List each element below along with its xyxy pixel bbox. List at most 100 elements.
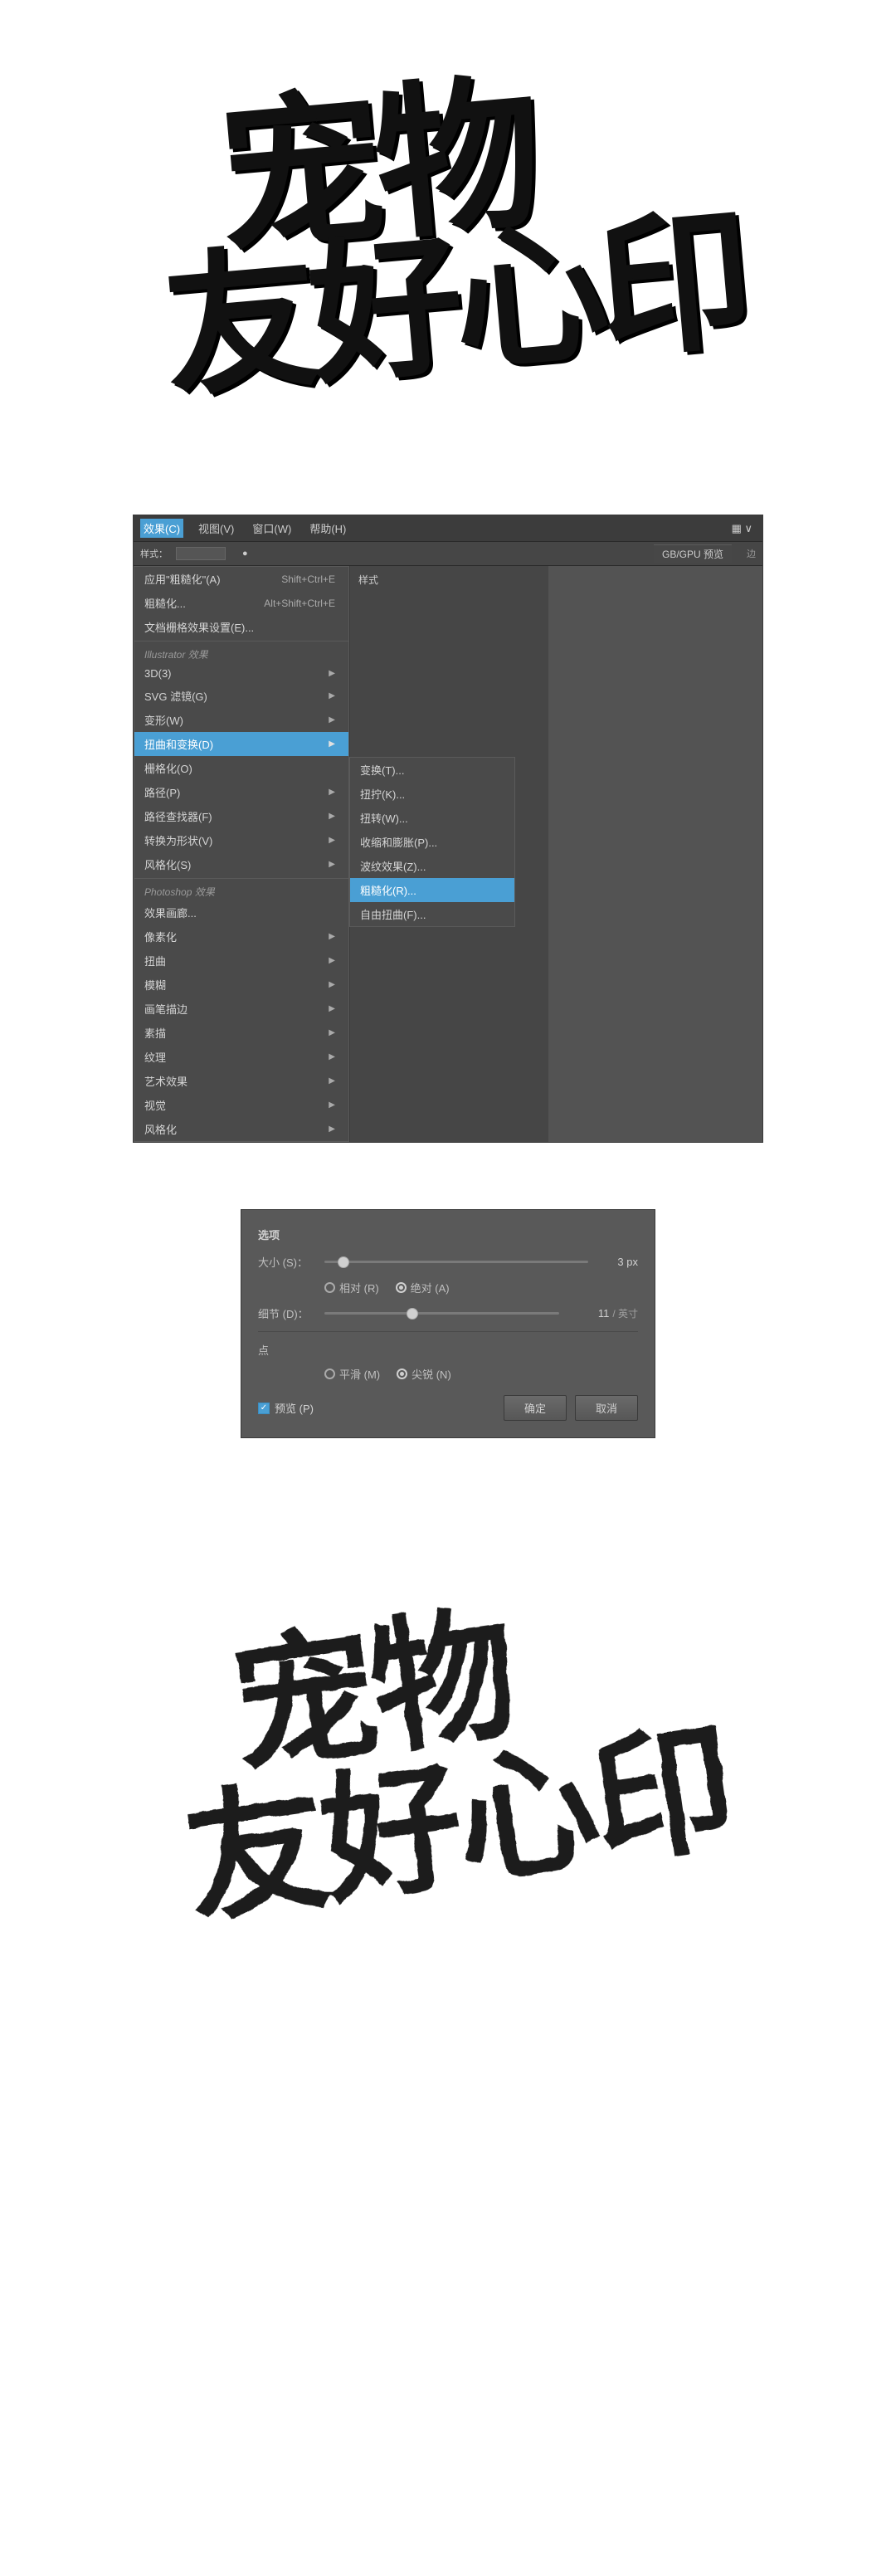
arrow-icon: ▶ xyxy=(329,1004,335,1013)
detail-value: 11 xyxy=(567,1307,609,1320)
radio-absolute-label: 绝对 (A) xyxy=(411,1280,450,1295)
radio-sharp[interactable]: 尖锐 (N) xyxy=(397,1366,451,1382)
ps-menubar: 效果(C) 视图(V) 窗口(W) 帮助(H) ▦ ∨ xyxy=(134,515,762,542)
submenu-item-transform[interactable]: 变换(T)... xyxy=(350,758,514,782)
arrow-icon: ▶ xyxy=(329,788,335,797)
detail-label: 细节 (D)： xyxy=(258,1305,324,1321)
menu-item-brush-stroke[interactable]: 画笔描边 ▶ xyxy=(134,997,348,1021)
menu-item-sketch[interactable]: 素描 ▶ xyxy=(134,1021,348,1045)
arrow-icon: ▶ xyxy=(329,691,335,700)
arrow-icon: ▶ xyxy=(329,932,335,941)
submenu-item-twist[interactable]: 扭拧(K)... xyxy=(350,782,514,806)
menu-item-label: 画笔描边 xyxy=(144,1001,187,1017)
section-ps-menu: 效果(C) 视图(V) 窗口(W) 帮助(H) ▦ ∨ 样式： ● GB/GPU… xyxy=(0,481,896,1176)
radio-absolute[interactable]: 绝对 (A) xyxy=(396,1280,450,1295)
preview-label: 预览 (P) xyxy=(275,1400,314,1416)
detail-slider-container: 11 / 英寸 xyxy=(324,1306,638,1320)
shortcut-roughen: Alt+Shift+Ctrl+E xyxy=(264,598,335,609)
preview-checkbox-group[interactable]: 预览 (P) xyxy=(258,1400,314,1416)
confirm-button[interactable]: 确定 xyxy=(504,1395,567,1421)
menu-window[interactable]: 窗口(W) xyxy=(249,519,295,538)
menu-item-rasterize[interactable]: 栅格化(O) xyxy=(134,756,348,780)
dialog-separator xyxy=(258,1331,638,1332)
section-top-calligraphy: 宠物 友好心印 xyxy=(0,0,896,481)
radio-smooth-circle[interactable] xyxy=(324,1368,335,1379)
submenu-item-free-distort[interactable]: 自由扭曲(F)... xyxy=(350,902,514,926)
size-slider-container: 3 px xyxy=(324,1256,638,1268)
menu-item-pathfinder[interactable]: 路径查找器(F) ▶ xyxy=(134,804,348,828)
radio-relative-circle[interactable] xyxy=(324,1282,335,1293)
size-slider-track[interactable] xyxy=(324,1261,588,1263)
menu-view[interactable]: 视图(V) xyxy=(195,519,237,538)
menu-item-pixelate[interactable]: 像素化 ▶ xyxy=(134,925,348,949)
menu-item-label: 应用"粗糙化"(A) xyxy=(144,571,221,587)
submenu-item-label: 扭拧(K)... xyxy=(360,786,405,802)
menu-item-label: 素描 xyxy=(144,1025,166,1041)
menu-item-raster-settings[interactable]: 文档栅格效果设置(E)... xyxy=(134,615,348,639)
menu-item-effect-gallery[interactable]: 效果画廊... xyxy=(134,900,348,925)
submenu-item-twirl[interactable]: 扭转(W)... xyxy=(350,806,514,830)
radio-smooth-label: 平滑 (M) xyxy=(339,1366,380,1382)
menu-item-3d[interactable]: 3D(3) ▶ xyxy=(134,663,348,684)
section-label-photoshop: Photoshop 效果 xyxy=(134,881,348,900)
menu-item-label: 纹理 xyxy=(144,1049,166,1065)
arrow-icon: ▶ xyxy=(329,1028,335,1037)
submenu-item-zig-zag[interactable]: 波纹效果(Z)... xyxy=(350,854,514,878)
menu-item-texture[interactable]: 纹理 ▶ xyxy=(134,1045,348,1069)
arrow-icon: ▶ xyxy=(329,739,335,749)
menu-item-stylize-ps[interactable]: 风格化 ▶ xyxy=(134,1117,348,1141)
menu-effect[interactable]: 效果(C) xyxy=(140,519,183,538)
menu-item-label: 转换为形状(V) xyxy=(144,832,212,848)
submenu-item-label: 波纹效果(Z)... xyxy=(360,858,426,874)
menu-item-roughen[interactable]: 粗糙化... Alt+Shift+Ctrl+E xyxy=(134,591,348,615)
point-section-label: 点 xyxy=(258,1342,638,1358)
arrow-icon: ▶ xyxy=(329,956,335,965)
panel-header: 样式 xyxy=(355,571,543,588)
detail-slider-track[interactable] xyxy=(324,1312,559,1315)
menu-item-label: 路径(P) xyxy=(144,784,180,800)
menu-item-distort[interactable]: 扭曲和变换(D) ▶ xyxy=(134,732,348,756)
point-radio-group: 平滑 (M) 尖锐 (N) xyxy=(324,1366,638,1382)
menu-item-convert-shape[interactable]: 转换为形状(V) ▶ xyxy=(134,828,348,852)
menu-item-label: SVG 滤镜(G) xyxy=(144,688,207,704)
size-label: 大小 (S)： xyxy=(258,1254,324,1270)
menu-item-svg[interactable]: SVG 滤镜(G) ▶ xyxy=(134,684,348,708)
preview-checkbox[interactable] xyxy=(258,1403,270,1414)
menu-item-distort-ps[interactable]: 扭曲 ▶ xyxy=(134,949,348,973)
menu-item-deform[interactable]: 变形(W) ▶ xyxy=(134,708,348,732)
radio-sharp-circle[interactable] xyxy=(397,1368,407,1379)
menu-item-stylize-i[interactable]: 风格化(S) ▶ xyxy=(134,852,348,876)
ps-window: 效果(C) 视图(V) 窗口(W) 帮助(H) ▦ ∨ 样式： ● GB/GPU… xyxy=(133,515,763,1143)
menu-item-art-effect[interactable]: 艺术效果 ▶ xyxy=(134,1069,348,1093)
menu-item-blur[interactable]: 模糊 ▶ xyxy=(134,973,348,997)
size-radio-group: 相对 (R) 绝对 (A) xyxy=(324,1280,638,1295)
style-box xyxy=(176,547,226,560)
size-slider-thumb[interactable] xyxy=(338,1256,349,1268)
menu-icon-area[interactable]: ▦ ∨ xyxy=(728,520,756,537)
menu-item-label: 视觉 xyxy=(144,1097,166,1113)
dialog-footer: 预览 (P) 确定 取消 xyxy=(258,1395,638,1421)
submenu-item-roughen[interactable]: 粗糙化(R)... xyxy=(350,878,514,902)
submenu-item-pucker-bloat[interactable]: 收缩和膨胀(P)... xyxy=(350,830,514,854)
submenu-item-label: 自由扭曲(F)... xyxy=(360,906,426,922)
arrow-icon: ▶ xyxy=(329,836,335,845)
section-bottom-calligraphy: 宠物 友好心印 xyxy=(0,1471,896,2052)
radio-absolute-circle[interactable] xyxy=(396,1282,407,1293)
radio-relative[interactable]: 相对 (R) xyxy=(324,1280,379,1295)
cancel-button[interactable]: 取消 xyxy=(575,1395,638,1421)
detail-slider-thumb[interactable] xyxy=(407,1308,418,1320)
menu-help[interactable]: 帮助(H) xyxy=(306,519,349,538)
tab-gpu[interactable]: GB/GPU 预览 xyxy=(654,544,732,563)
menu-item-video[interactable]: 视觉 ▶ xyxy=(134,1093,348,1117)
submenu-item-label: 收缩和膨胀(P)... xyxy=(360,834,437,850)
menu-item-label: 变形(W) xyxy=(144,712,183,728)
menu-item-label: 粗糙化... xyxy=(144,595,186,611)
radio-smooth[interactable]: 平滑 (M) xyxy=(324,1366,380,1382)
menu-item-path[interactable]: 路径(P) ▶ xyxy=(134,780,348,804)
arrow-icon: ▶ xyxy=(329,812,335,821)
menu-item-label: 3D(3) xyxy=(144,667,172,680)
detail-row: 细节 (D)： 11 / 英寸 xyxy=(258,1305,638,1321)
menu-item-apply[interactable]: 应用"粗糙化"(A) Shift+Ctrl+E xyxy=(134,567,348,591)
section-dialog: 选项 大小 (S)： 3 px 相对 (R) 绝对 (A) 细节 xyxy=(0,1176,896,1471)
menu-item-label: 模糊 xyxy=(144,977,166,993)
